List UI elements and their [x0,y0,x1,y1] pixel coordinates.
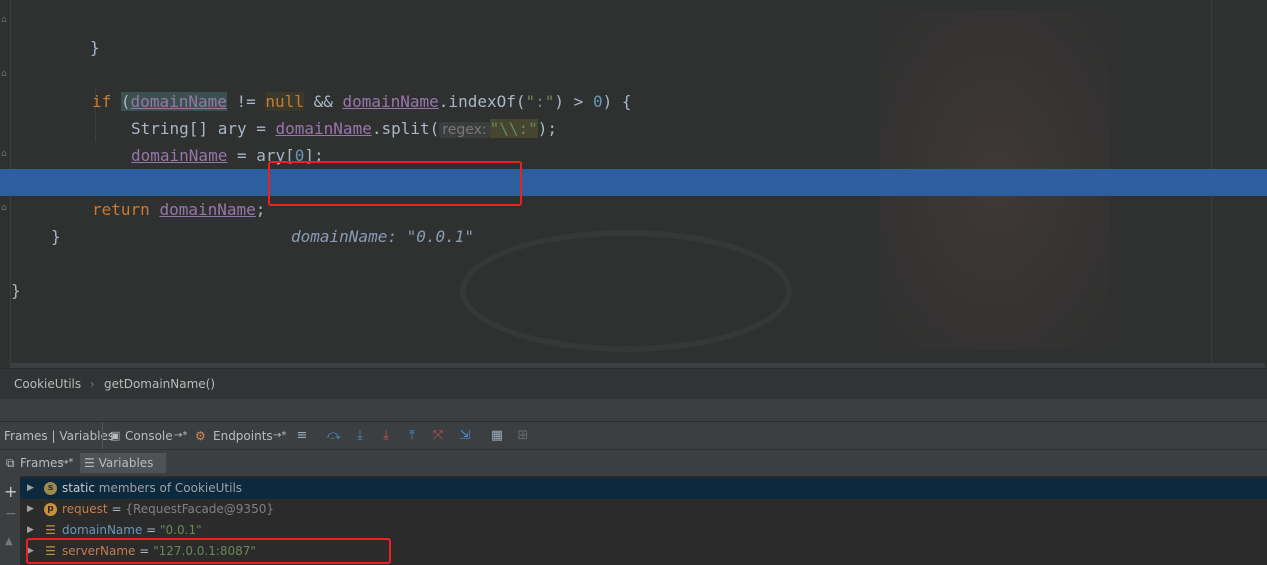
code-line[interactable]: } [0,7,1267,57]
run-to-cursor-icon[interactable]: ⇲ [457,428,473,444]
parameter-icon: p [44,503,57,516]
debug-tab-bar: Frames | Variables ▣ Console →* ⚙ Endpoi… [0,421,1267,450]
static-icon: s [44,482,57,495]
step-over-icon[interactable]: ⤼ [326,428,342,444]
closing-brace: } [51,227,61,246]
variables-side-toolbar: + − ▲ [0,476,20,565]
variables-panel: + − ▲ ▶ s static members of CookieUtils … [0,476,1267,565]
variable-row[interactable]: ▶ p request = {RequestFacade@9350} [20,499,1267,520]
highlight-box [268,161,522,206]
equals-sign: = [142,523,161,537]
expand-arrow-icon[interactable]: ▶ [27,478,34,499]
frames-variables-subtabs: ⧉ Frames →* ☰ Variables →* [0,449,1267,490]
code-line[interactable]: } [0,250,1267,300]
tab-frames-variables[interactable]: Frames | Variables [4,422,114,450]
field-icon: ☰ [45,523,56,537]
current-execution-line[interactable]: return domainName; domainName: "0.0.1" [0,169,1267,246]
debug-title-bar [0,399,1267,421]
pin-icon[interactable]: →* [273,422,286,450]
code-editor[interactable]: ⌂ ⌂ ⌂ ⌂ } if (domainName != null && doma… [0,0,1267,368]
code-line[interactable]: } [0,142,1267,192]
highlight-box [26,538,391,564]
code-line[interactable]: String[] ary = domainName.split(regex: "\… [0,88,1267,138]
remove-watch-icon[interactable]: − [5,506,17,522]
tab-endpoints[interactable]: Endpoints [213,422,273,450]
tab-console[interactable]: Console [125,422,173,450]
force-step-into-icon[interactable]: ⤓ [378,428,394,444]
evaluate-expression-icon[interactable]: ▦ [489,428,505,444]
closing-brace: } [90,38,100,57]
drop-frame-icon[interactable]: ⤧ [430,428,446,444]
add-watch-icon[interactable]: + [4,482,17,501]
variable-name: static [62,481,95,495]
show-execution-point-icon[interactable]: ≡ [294,428,310,444]
trace-icon[interactable]: ⊞ [515,428,531,444]
closing-brace: } [11,281,21,300]
subtab-variables-active[interactable]: ☰ Variables →* [80,453,166,490]
background-image-shape [460,230,792,352]
variable-value: {RequestFacade@9350} [125,502,274,516]
tab-divider [102,422,103,450]
breadcrumb-method[interactable]: getDomainName() [104,369,215,399]
move-up-icon[interactable]: ▲ [5,536,13,547]
variable-name: request [62,502,108,516]
breadcrumb: CookieUtils › getDomainName() [0,369,1267,399]
pin-icon[interactable]: →* [174,422,187,450]
horizontal-scrollbar[interactable] [10,363,1265,368]
code-line[interactable]: if (domainName != null && domainName.ind… [0,61,1267,111]
breadcrumb-separator-icon: › [90,377,95,391]
step-into-icon[interactable]: ⤓ [352,428,368,444]
expand-arrow-icon[interactable]: ▶ [27,499,34,520]
console-icon: ▣ [110,429,121,442]
inline-debug-value: domainName: "0.0.1" [291,227,475,246]
subtab-variables: Variables [98,456,154,470]
code-line[interactable]: domainName = ary[0]; [0,115,1267,165]
endpoints-icon: ⚙ [195,429,206,443]
breadcrumb-class[interactable]: CookieUtils [14,369,81,399]
code-line[interactable]: } [0,196,1267,246]
variables-icon: ☰ [84,456,95,470]
variable-name: domainName [62,523,143,537]
variable-value: "0.0.1" [160,523,202,537]
equals-sign: = [107,502,126,516]
variable-description: members of CookieUtils [94,481,243,495]
step-out-icon[interactable]: ⤒ [404,428,420,444]
variable-row[interactable]: ▶ s static members of CookieUtils [20,478,1267,499]
pin-icon[interactable]: →* [56,453,77,473]
